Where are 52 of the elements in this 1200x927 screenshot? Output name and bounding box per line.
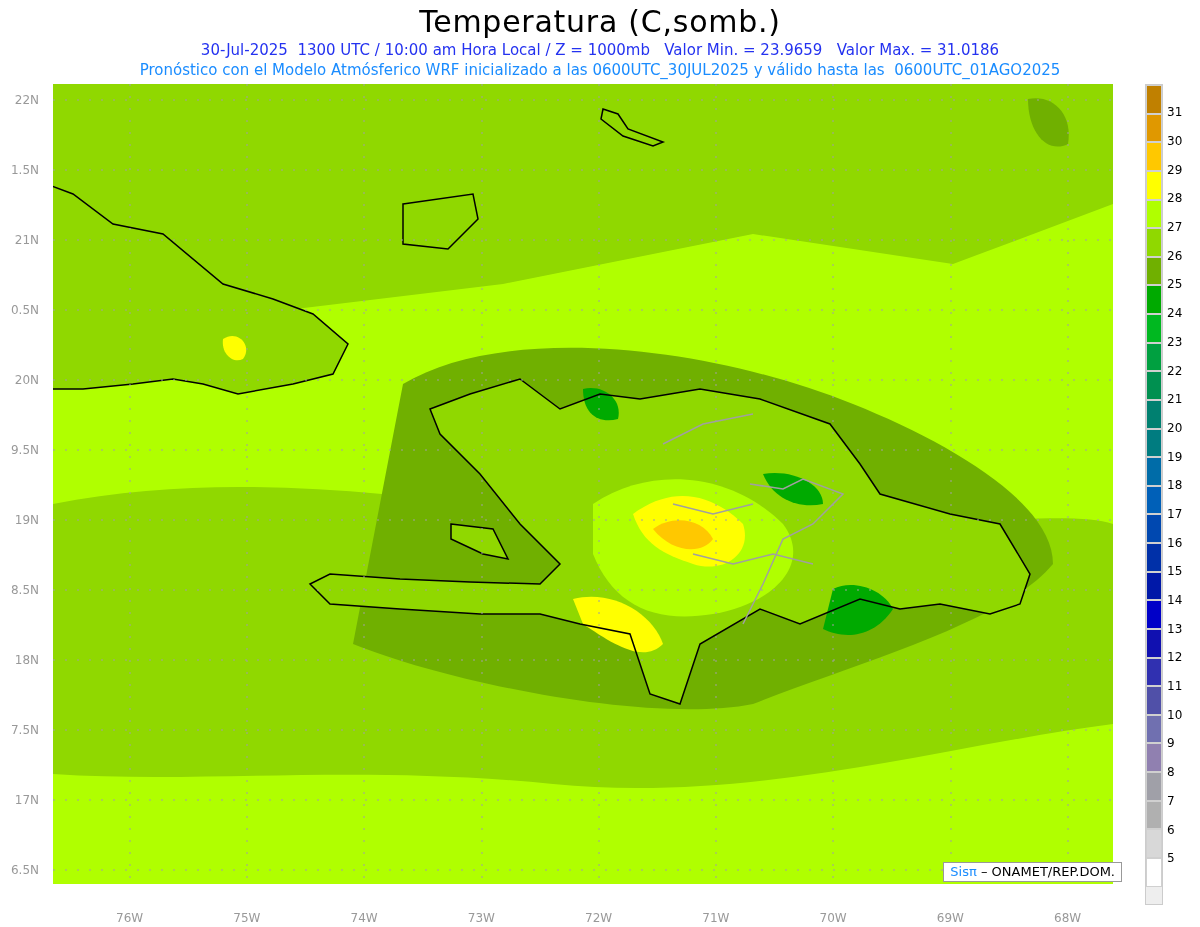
latitude-label: 7.5N [10, 722, 39, 739]
latitude-label: 18N [14, 652, 39, 669]
latitude-label: 0.5N [10, 302, 39, 319]
latitude-label: 21N [14, 232, 39, 249]
longitude-label: 74W [350, 910, 378, 927]
longitude-label: 68W [1054, 910, 1082, 927]
scale-label: 22 [1167, 362, 1183, 380]
scale-label: 25 [1167, 276, 1183, 294]
chart-subtitle: Pronóstico con el Modelo Atmósferico WRF inicializado a las 0600UTC_30JUL2025 y válido hasta las 0600UTC_01AGO2025 [139, 60, 1061, 80]
scale-label: 31 [1167, 104, 1183, 122]
scale-label: 6 [1167, 821, 1175, 839]
scale-label: 21 [1167, 391, 1183, 409]
scale-label: 26 [1167, 247, 1183, 265]
scale-label: 17 [1167, 505, 1183, 523]
scale-label: 10 [1167, 706, 1183, 724]
scale-label: 30 [1167, 133, 1183, 151]
scale-label: 19 [1167, 448, 1183, 466]
longitude-label: 72W [585, 910, 613, 927]
longitude-label: 71W [702, 910, 730, 927]
scale-label: 7 [1167, 792, 1175, 810]
latitude-label: 8.5N [10, 582, 39, 599]
scale-label: 12 [1167, 649, 1183, 667]
scale-label: 18 [1167, 477, 1183, 495]
scale-label: 14 [1167, 592, 1183, 610]
scale-label: 27 [1167, 219, 1183, 237]
latitude-label: 17N [14, 792, 39, 809]
scale-label: 24 [1167, 305, 1183, 323]
longitude-label: 76W [116, 910, 144, 927]
chart-title: Temperatura (C,somb.) [419, 4, 781, 40]
longitude-label: 70W [819, 910, 847, 927]
latitude-label: 20N [14, 372, 39, 389]
latitude-label: 19N [14, 512, 39, 529]
latitude-label: 1.5N [10, 162, 39, 179]
scale-label: 8 [1167, 764, 1175, 782]
scale-label: 13 [1167, 620, 1183, 638]
longitude-label: 69W [936, 910, 964, 927]
scale-label: 16 [1167, 534, 1183, 552]
credit-label: Sisπ – ONAMET/REP.DOM. [943, 862, 1122, 882]
scale-label: 28 [1167, 190, 1183, 208]
scale-label: 29 [1167, 161, 1183, 179]
scale-label: 9 [1167, 735, 1175, 753]
chart-subtitle: 30-Jul-2025 1300 UTC / 10:00 am Hora Local / Z = 1000mb Valor Min. = 23.9659 Valor Max. = 31.0186 [200, 40, 1000, 60]
scale-label: 15 [1167, 563, 1183, 581]
latitude-label: 22N [14, 92, 39, 109]
scale-label: 11 [1167, 678, 1183, 696]
latitude-label: 9.5N [10, 442, 39, 459]
scale-label: 5 [1167, 850, 1175, 868]
longitude-label: 73W [467, 910, 495, 927]
latitude-label: 6.5N [10, 862, 39, 879]
longitude-label: 75W [233, 910, 261, 927]
scale-label: 20 [1167, 419, 1183, 437]
scale-label: 23 [1167, 333, 1183, 351]
